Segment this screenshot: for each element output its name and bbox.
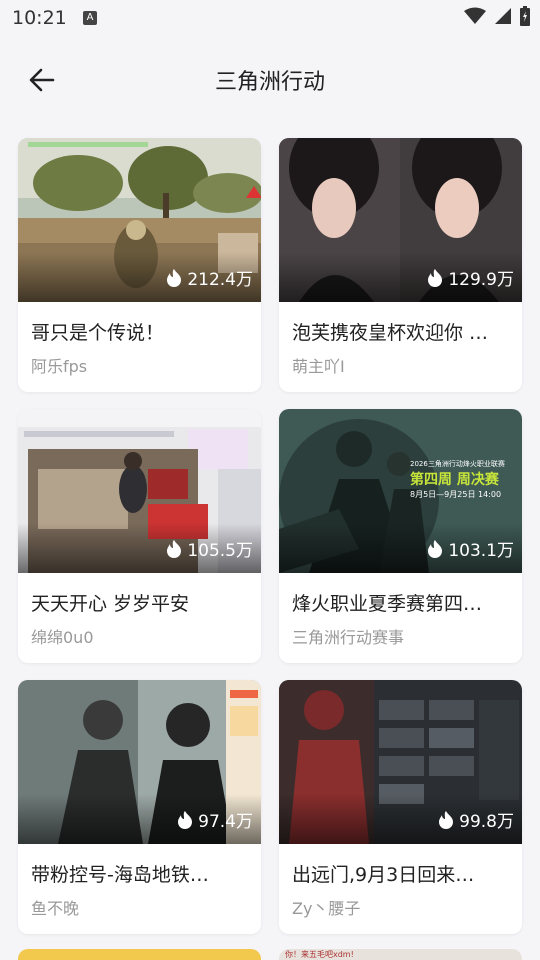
- partial-row: 你！来五毛吧xdm!: [18, 949, 522, 960]
- video-thumbnail: 212.4万: [18, 138, 261, 302]
- app-header: 三角洲行动: [0, 46, 540, 116]
- video-thumbnail: 129.9万: [279, 138, 522, 302]
- video-card[interactable]: 129.9万 泡芙携夜皇杯欢迎你 … 萌主吖I: [279, 138, 522, 392]
- poster-title: 第四周 周决赛: [410, 472, 499, 488]
- video-author[interactable]: Zy丶腰子: [292, 895, 510, 919]
- view-count-text: 99.8万: [459, 812, 514, 832]
- view-count: 99.8万: [439, 807, 514, 832]
- video-card-partial[interactable]: 你！来五毛吧xdm!: [279, 949, 522, 960]
- video-card[interactable]: 2026三角洲行动烽火职业联赛 第四周 周决赛 8月5日—9月25日 14:00…: [279, 409, 522, 663]
- video-author[interactable]: 绵绵0u0: [31, 624, 249, 648]
- video-author[interactable]: 三角洲行动赛事: [292, 624, 510, 648]
- status-icons: [464, 6, 530, 26]
- view-count-text: 129.9万: [448, 270, 514, 290]
- video-author[interactable]: 萌主吖I: [292, 353, 510, 377]
- video-card[interactable]: 99.8万 出远门,9月3日回来… Zy丶腰子: [279, 680, 522, 934]
- view-count: 103.1万: [428, 536, 514, 561]
- video-card[interactable]: 212.4万 哥只是个传说！ 阿乐fps: [18, 138, 261, 392]
- flame-icon: [167, 539, 182, 558]
- video-thumbnail: 2026三角洲行动烽火职业联赛 第四周 周决赛 8月5日—9月25日 14:00…: [279, 409, 522, 573]
- video-title: 带粉控号-海岛地铁…: [31, 864, 209, 886]
- page-title: 三角洲行动: [214, 70, 325, 95]
- signal-icon: [495, 8, 511, 24]
- view-count: 97.4万: [178, 807, 253, 832]
- video-title: 烽火职业夏季赛第四…: [292, 593, 483, 615]
- flame-icon: [428, 268, 443, 287]
- poster-overlay: 2026三角洲行动烽火职业联赛 第四周 周决赛 8月5日—9月25日 14:00: [410, 459, 520, 500]
- video-author[interactable]: 阿乐fps: [31, 353, 249, 377]
- status-bar: 10:21 A: [0, 0, 540, 36]
- video-title: 哥只是个传说！: [31, 322, 165, 344]
- flame-icon: [428, 539, 443, 558]
- video-title: 泡芙携夜皇杯欢迎你 …: [292, 322, 489, 344]
- video-title: 天天开心 岁岁平安: [31, 593, 190, 615]
- wifi-icon: [464, 7, 486, 24]
- status-time: 10:21: [12, 7, 67, 29]
- video-thumbnail: 99.8万: [279, 680, 522, 844]
- view-count-text: 103.1万: [448, 541, 514, 561]
- flame-icon: [178, 810, 193, 829]
- poster-date: 8月5日—9月25日 14:00: [410, 490, 502, 499]
- notification-a-icon: A: [83, 11, 97, 25]
- video-card[interactable]: 105.5万 天天开心 岁岁平安 绵绵0u0: [18, 409, 261, 663]
- view-count: 212.4万: [167, 265, 253, 290]
- battery-icon: [520, 6, 530, 26]
- poster-subtitle: 2026三角洲行动烽火职业联赛: [410, 460, 505, 468]
- video-author[interactable]: 鱼不晚: [31, 895, 249, 919]
- view-count: 129.9万: [428, 265, 514, 290]
- video-grid: 212.4万 哥只是个传说！ 阿乐fps 129.9万 泡芙携夜皇杯欢迎你 … …: [18, 138, 522, 934]
- view-count-text: 105.5万: [187, 541, 253, 561]
- video-thumbnail: 97.4万: [18, 680, 261, 844]
- partial-card-text: 你！来五毛吧xdm!: [285, 950, 354, 959]
- video-card-partial[interactable]: [18, 949, 261, 960]
- view-count-text: 97.4万: [198, 812, 253, 832]
- view-count-text: 212.4万: [187, 270, 253, 290]
- video-title: 出远门,9月3日回来…: [292, 864, 475, 886]
- flame-icon: [439, 810, 454, 829]
- flame-icon: [167, 268, 182, 287]
- video-card[interactable]: 97.4万 带粉控号-海岛地铁… 鱼不晚: [18, 680, 261, 934]
- video-thumbnail: 105.5万: [18, 409, 261, 573]
- view-count: 105.5万: [167, 536, 253, 561]
